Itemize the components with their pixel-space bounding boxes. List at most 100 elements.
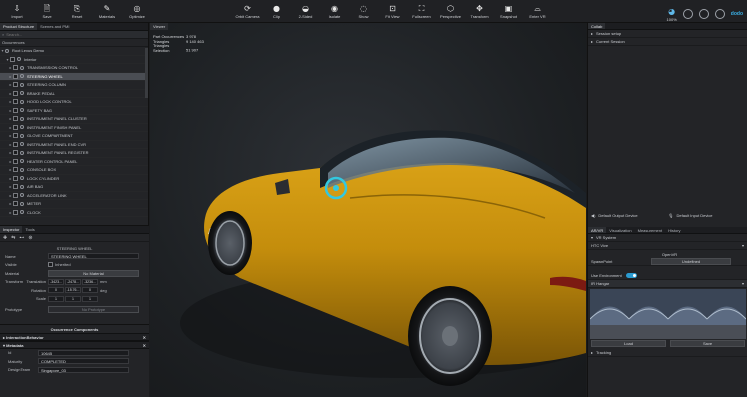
visibility-icon[interactable]	[20, 82, 24, 87]
visibility-checkbox[interactable]	[13, 116, 18, 122]
rotation-x-input[interactable]: 0	[48, 287, 64, 294]
tree-row[interactable]: ▸ INSTRUMENT FINISH PANEL	[0, 124, 148, 132]
tracking-row[interactable]: ▸ Tracking	[588, 349, 747, 357]
tree-row[interactable]: ▸ STEERING WHEEL	[0, 72, 148, 81]
tree-search-input[interactable]	[6, 32, 127, 37]
visibility-checkbox[interactable]	[13, 82, 18, 88]
prototype-button[interactable]: No Prototype	[48, 305, 139, 313]
visibility-checkbox[interactable]	[13, 158, 18, 164]
tab-scenes-pmi[interactable]: Scenes and PMI	[37, 23, 72, 30]
visibility-icon[interactable]	[17, 57, 21, 62]
tree-row[interactable]: ▸ LOCK CYLINDER	[0, 175, 148, 183]
tree-row[interactable]: ▸ CLOCK	[0, 209, 148, 217]
tree-row[interactable]: ▸ GLOVE COMPARTMENT	[0, 132, 148, 141]
name-field[interactable]: STEERING WHEEL	[48, 253, 139, 260]
output-device[interactable]: Default Output Device	[598, 213, 668, 218]
tree-row[interactable]: ▸ HEATER CONTROL PANEL	[0, 158, 148, 166]
spawnpoint-button[interactable]: Undefined	[651, 258, 731, 265]
tab-product-structure[interactable]: Product Structure	[0, 23, 38, 30]
perspective-button[interactable]: ⬡ Perspective	[436, 0, 465, 23]
close-icon[interactable]: ✕	[143, 342, 146, 348]
car-model[interactable]	[150, 23, 586, 397]
tab-inspector[interactable]: Inspector	[0, 226, 23, 233]
zoom-control[interactable]: ◕ 100%	[667, 4, 677, 24]
vr-system-row[interactable]: ▾ VR System	[588, 234, 747, 242]
scale-z-input[interactable]: 1	[82, 295, 98, 302]
visibility-checkbox[interactable]	[13, 133, 18, 139]
load-button[interactable]: Load	[591, 340, 666, 347]
grid-sphere-icon[interactable]	[682, 9, 693, 19]
orbit-camera-button[interactable]: ⟳ Orbit Camera	[233, 0, 262, 23]
speaker-icon[interactable]: ◀)	[591, 213, 595, 218]
tree-row[interactable]: ▸ METER	[0, 200, 148, 209]
visibility-icon[interactable]	[20, 99, 24, 104]
visibility-icon[interactable]	[20, 125, 24, 130]
visibility-icon[interactable]	[20, 184, 24, 189]
add-icon[interactable]: ✚	[3, 235, 7, 241]
tab-collab[interactable]: Collab	[588, 23, 606, 29]
visibility-checkbox[interactable]	[13, 141, 18, 147]
visibility-checkbox[interactable]	[13, 107, 18, 113]
close-icon[interactable]: ✕	[143, 334, 146, 340]
save-button[interactable]: 🗎 Save	[32, 0, 62, 23]
visibility-icon[interactable]	[20, 108, 24, 113]
visibility-checkbox[interactable]	[13, 99, 18, 105]
visibility-checkbox[interactable]	[13, 90, 18, 96]
lock-icon[interactable]: ⊷	[19, 235, 24, 241]
visibility-checkbox[interactable]	[13, 65, 18, 71]
snapshot-button[interactable]: ▣ Snapshot	[494, 0, 523, 23]
tree-row-interior[interactable]: ▾ Interior	[0, 56, 148, 64]
use-environment-toggle[interactable]	[625, 273, 637, 278]
rotation-y-input[interactable]: -15.76...	[65, 287, 81, 294]
visible-checkbox[interactable]	[48, 262, 53, 268]
input-device[interactable]: Default Input Device	[677, 213, 713, 218]
metadata-value[interactable]: COMPLETED	[38, 358, 129, 365]
metadata-value[interactable]: Singapore_03	[38, 366, 129, 373]
environment-select[interactable]: IR Hangar ▾	[588, 280, 747, 288]
tree-row[interactable]: ▸ SAFETY BAG	[0, 107, 148, 115]
visibility-checkbox[interactable]	[13, 192, 18, 198]
tree-scrollbar[interactable]	[145, 48, 148, 98]
fullscreen-button[interactable]: ⛶ Fullscreen	[407, 0, 436, 23]
translation-z-input[interactable]: -3236...	[82, 278, 98, 285]
visibility-checkbox[interactable]	[13, 150, 18, 156]
save-button[interactable]: Save	[670, 340, 745, 347]
interaction-behavior-section[interactable]: ▸ InteractionBehavior ✕	[0, 332, 149, 341]
network-icon[interactable]	[698, 9, 709, 19]
visibility-icon[interactable]	[5, 48, 9, 53]
clip-button[interactable]: ● Clip	[262, 0, 291, 23]
tree-row[interactable]: ▸ ACCELERATOR LINK	[0, 192, 148, 200]
material-button[interactable]: No Material	[48, 269, 139, 277]
visibility-icon[interactable]	[20, 159, 24, 164]
tab-arvr[interactable]: AR/VR	[588, 227, 607, 233]
metadata-section[interactable]: ▾ Metadata ✕	[0, 340, 149, 349]
tree-row[interactable]: ▸ BRAKE PEDAL	[0, 90, 148, 98]
tree-row[interactable]: ▸ INSTRUMENT PANEL END CVR	[0, 141, 148, 149]
visibility-icon[interactable]	[20, 201, 24, 206]
translation-y-input[interactable]: -2478...	[65, 278, 81, 285]
scale-x-input[interactable]: 1	[48, 295, 64, 302]
visibility-checkbox[interactable]	[13, 124, 18, 130]
tree-row[interactable]: ▸ INSTRUMENT PANEL CLUSTER	[0, 115, 148, 124]
transform-button[interactable]: ✥ Transform	[465, 0, 494, 23]
tab-history[interactable]: History	[665, 227, 683, 233]
visibility-icon[interactable]	[20, 133, 24, 138]
tree-search[interactable]: ⌕	[0, 31, 148, 39]
isolate-button[interactable]: ◉ Isolate	[320, 0, 349, 23]
visibility-icon[interactable]	[20, 167, 24, 172]
tab-visualization[interactable]: Visualization	[606, 227, 634, 233]
tree-row[interactable]: ▸ STEERING COLUMN	[0, 81, 148, 90]
3d-viewport[interactable]: Viewer Part Occurrences 3 978 Triangles 9 …	[150, 23, 586, 397]
show-button[interactable]: ◌ Show	[349, 0, 378, 23]
tree-row[interactable]: ▸ INSTRUMENT PANEL REGISTER	[0, 149, 148, 158]
visibility-checkbox[interactable]	[13, 209, 18, 215]
visibility-icon[interactable]	[20, 142, 24, 147]
visibility-checkbox[interactable]	[13, 175, 18, 181]
tree-row[interactable]: ▸ AIR BAG	[0, 183, 148, 192]
visibility-icon[interactable]	[20, 74, 24, 79]
record-icon[interactable]: ⊛	[28, 235, 32, 241]
visibility-checkbox[interactable]	[10, 56, 15, 62]
microphone-icon[interactable]: 🎙	[668, 213, 673, 218]
visibility-icon[interactable]	[20, 210, 24, 215]
visibility-icon[interactable]	[20, 176, 24, 181]
